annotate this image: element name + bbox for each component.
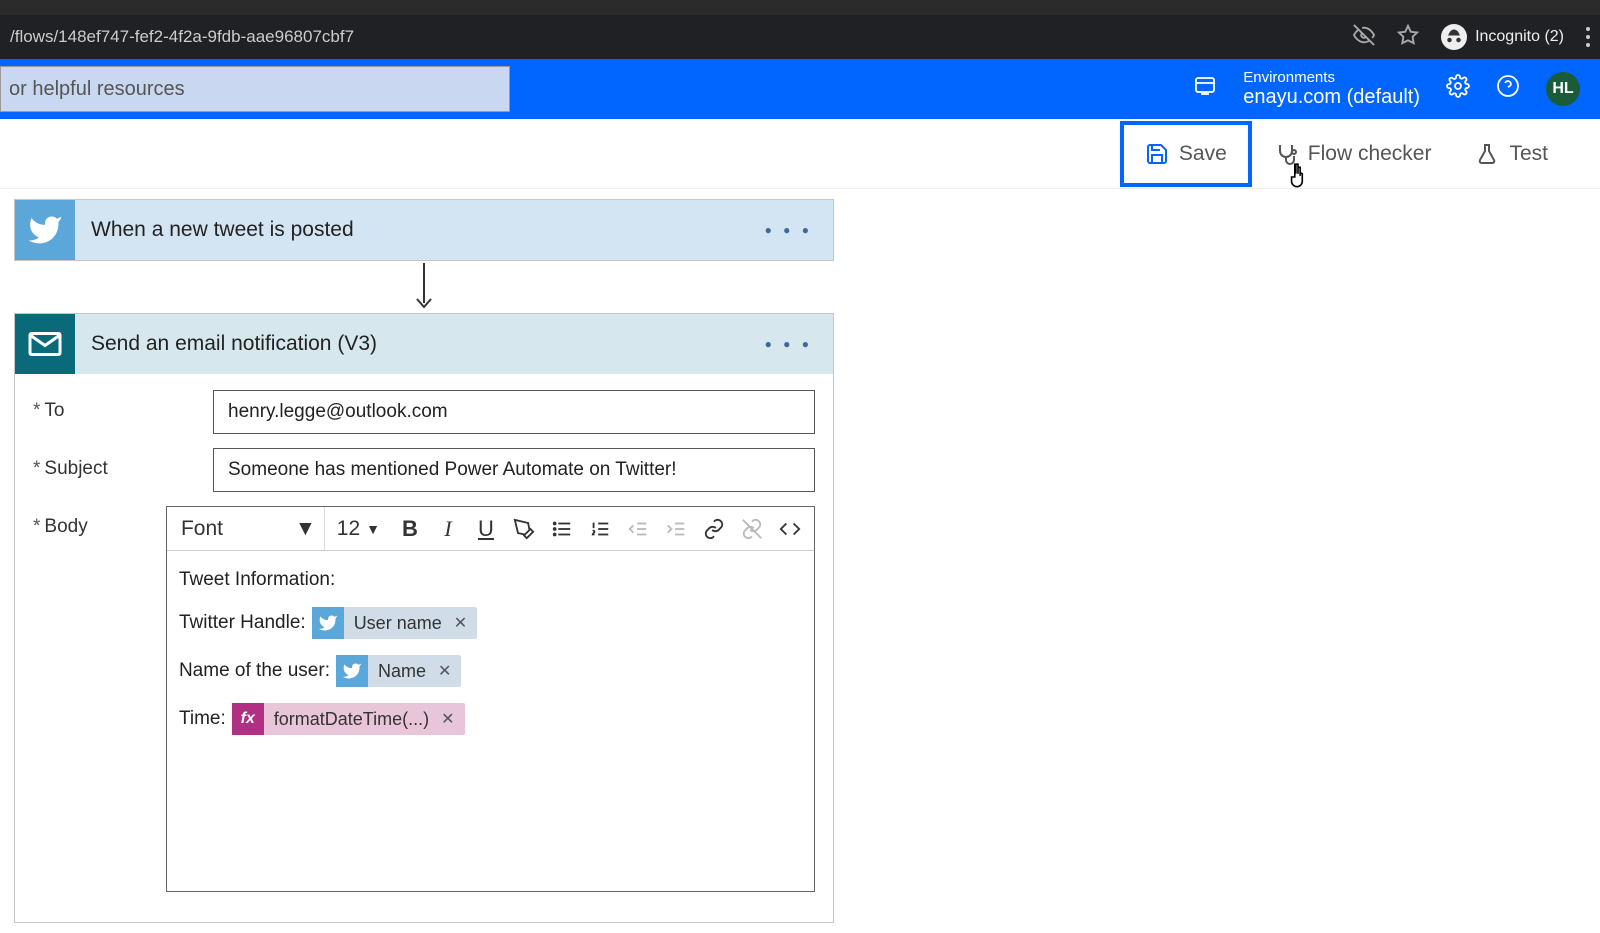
browser-url-bar[interactable]: /flows/148ef747-fef2-4f2a-9fdb-aae96807c… [0,15,1600,59]
connector-arrow [14,261,834,313]
underline-button[interactable]: U [468,511,504,547]
incognito-icon [1441,24,1467,50]
expression-token[interactable]: fx formatDateTime(...) ✕ [232,703,465,735]
editor-toolbar: Save Flow checker Test [0,119,1600,189]
save-button[interactable]: Save [1120,121,1252,187]
subject-label: *Subject [33,448,213,480]
flask-icon [1475,142,1499,166]
to-input[interactable] [213,390,815,434]
body-line-label: Time: [179,708,226,730]
url-text: /flows/148ef747-fef2-4f2a-9fdb-aae96807c… [10,27,354,47]
help-icon[interactable] [1496,74,1520,104]
trigger-card[interactable]: When a new tweet is posted ● ● ● [14,199,834,261]
card-menu-icon[interactable]: ● ● ● [745,223,833,237]
star-icon[interactable] [1397,24,1419,51]
bold-button[interactable]: B [392,511,428,547]
action-card: Send an email notification (V3) ● ● ● *T… [14,313,834,923]
search-input[interactable]: or helpful resources [0,66,510,112]
twitter-icon [15,200,75,260]
token-remove-icon[interactable]: ✕ [450,613,477,633]
environment-icon[interactable] [1193,74,1217,104]
browser-menu-icon[interactable] [1586,27,1590,47]
card-menu-icon[interactable]: ● ● ● [745,337,833,351]
indent-button[interactable] [658,511,694,547]
test-button[interactable]: Test [1453,124,1570,184]
mail-icon [15,314,75,374]
dynamic-token-name[interactable]: Name ✕ [336,655,461,687]
user-avatar[interactable]: HL [1546,72,1580,106]
incognito-label: Incognito (2) [1475,28,1564,46]
eye-off-icon[interactable] [1353,24,1375,51]
body-rich-editor[interactable]: Font▼ 12▼ B I U [166,506,815,892]
numbered-list-button[interactable] [582,511,618,547]
italic-button[interactable]: I [430,511,466,547]
body-heading: Tweet Information: [179,569,802,591]
save-icon [1145,142,1169,166]
stethoscope-icon [1274,142,1298,166]
flow-checker-button[interactable]: Flow checker [1252,124,1454,184]
font-dropdown[interactable]: Font▼ [173,507,325,550]
app-header: or helpful resources Environments enayu.… [0,59,1600,119]
action-header[interactable]: Send an email notification (V3) ● ● ● [15,314,833,374]
env-name: enayu.com (default) [1243,86,1420,109]
token-remove-icon[interactable]: ✕ [437,709,464,729]
action-title: Send an email notification (V3) [75,332,745,356]
incognito-badge[interactable]: Incognito (2) [1441,24,1564,50]
environment-selector[interactable]: Environments enayu.com (default) [1243,69,1420,109]
to-label: *To [33,390,213,422]
rte-toolbar: Font▼ 12▼ B I U [167,507,814,551]
body-line-label: Name of the user: [179,660,330,682]
link-button[interactable] [696,511,732,547]
gear-icon[interactable] [1446,74,1470,104]
subject-input[interactable] [213,448,815,492]
fx-icon: fx [232,703,264,735]
twitter-icon [336,655,368,687]
body-label: *Body [33,506,166,538]
code-view-button[interactable] [772,511,808,547]
body-line-label: Twitter Handle: [179,612,306,634]
env-label: Environments [1243,69,1420,86]
highlight-button[interactable] [506,511,542,547]
token-remove-icon[interactable]: ✕ [434,661,461,681]
body-content-area[interactable]: Tweet Information: Twitter Handle: User … [167,551,814,891]
twitter-icon [312,607,344,639]
unlink-button[interactable] [734,511,770,547]
trigger-title: When a new tweet is posted [75,218,745,242]
font-size-dropdown[interactable]: 12▼ [327,517,390,541]
outdent-button[interactable] [620,511,656,547]
bullet-list-button[interactable] [544,511,580,547]
dynamic-token-username[interactable]: User name ✕ [312,607,477,639]
